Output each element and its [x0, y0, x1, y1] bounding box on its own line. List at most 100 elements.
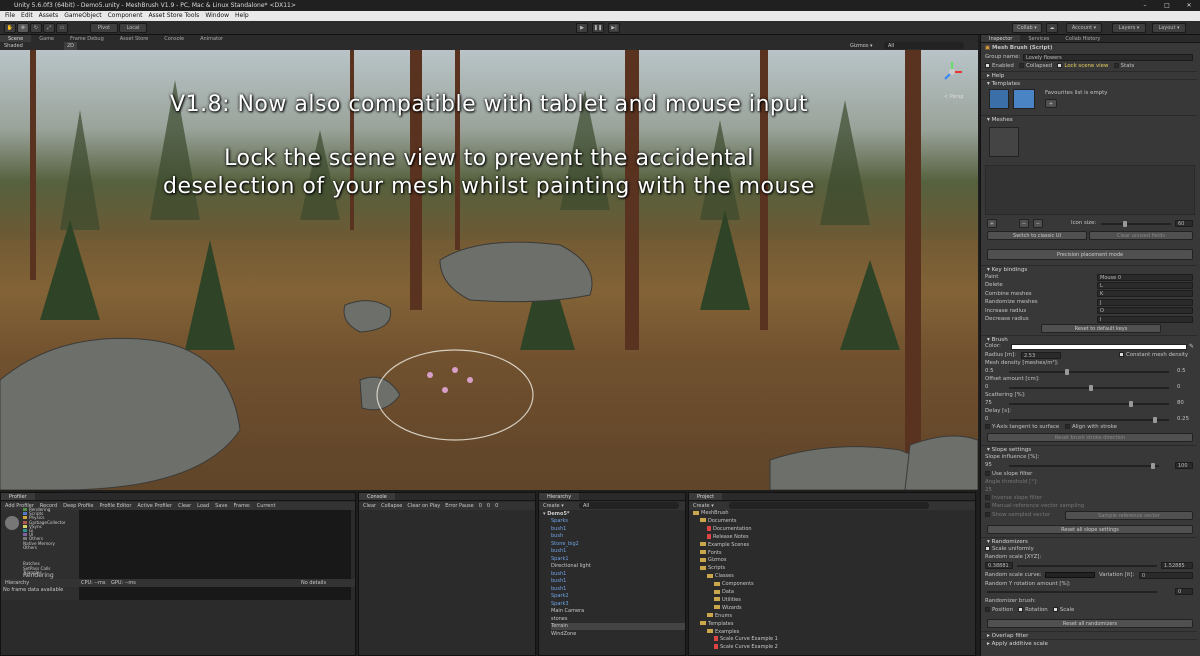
align-stroke-toggle[interactable]: Align with stroke [1065, 423, 1165, 431]
slider-max-value[interactable]: 0.25 [1177, 415, 1195, 423]
profiler-toolbar-item[interactable]: Save [215, 502, 227, 510]
project-folder[interactable]: Wizards [714, 605, 742, 612]
hierarchy-item[interactable]: bush1 [551, 586, 566, 593]
scene-search-input[interactable]: All [884, 42, 964, 49]
slope-influence-min[interactable]: 95 [985, 461, 1005, 469]
profiler-toolbar-item[interactable]: Current [257, 502, 276, 510]
reset-randomizers-button[interactable]: Reset all randomizers [987, 619, 1193, 628]
pause-button-icon[interactable]: ❚❚ [592, 23, 604, 33]
details-dropdown[interactable]: No details [301, 579, 326, 587]
key-bindings-section[interactable]: ▾ Key bindings [981, 265, 1197, 273]
help-section[interactable]: ▸ Help [981, 71, 1197, 79]
account-dropdown[interactable]: Account ▾ [1066, 23, 1102, 33]
reset-default-keys-button[interactable]: Reset to default keys [1041, 324, 1161, 333]
hierarchy-item[interactable]: Spark1 [551, 556, 569, 563]
error-count-badge[interactable]: 0 [495, 502, 498, 510]
angle-threshold-value[interactable]: 25 [985, 486, 1005, 494]
meshes-drop-area[interactable] [985, 165, 1195, 215]
tab-collab-history[interactable]: Collab History [1057, 35, 1108, 42]
reset-brush-direction-button[interactable]: Reset brush stroke direction [987, 433, 1193, 442]
rotate-tool-icon[interactable]: ↻ [30, 23, 42, 33]
project-create-button[interactable]: Create ▾ [693, 502, 714, 510]
profiler-toolbar-item[interactable]: Clear [178, 502, 191, 510]
project-asset[interactable]: Documentation [707, 525, 752, 533]
project-folder[interactable]: Components [714, 581, 754, 588]
switch-classic-ui-button[interactable]: Switch to classic UI [987, 231, 1087, 240]
project-asset[interactable]: Release Notes [707, 533, 749, 541]
load-template-icon[interactable] [1013, 89, 1035, 109]
move-tool-icon[interactable]: ✥ [17, 23, 29, 33]
overlap-filter-section[interactable]: ▸ Overlap filter [981, 631, 1197, 639]
min-max-slider[interactable] [1009, 403, 1169, 405]
clear-unused-fields-button[interactable]: Clear unused fields [1089, 231, 1193, 240]
maximize-button[interactable]: □ [1156, 0, 1178, 11]
lock-scene-view-toggle[interactable]: Lock scene view [1057, 63, 1108, 69]
scale-tool-icon[interactable]: ⤢ [43, 23, 55, 33]
sample-reference-button[interactable]: Sample reference vector [1065, 511, 1193, 520]
hand-tool-icon[interactable]: ✋ [4, 23, 16, 33]
gizmos-dropdown[interactable]: Gizmos ▾ [850, 42, 873, 50]
hierarchy-item[interactable]: Directional light [551, 563, 591, 570]
menu-assets[interactable]: Assets [36, 11, 62, 21]
mesh-option-button[interactable]: − [1033, 219, 1043, 228]
hierarchy-search-input[interactable]: All [579, 502, 679, 509]
add-favourite-button[interactable]: + [1045, 99, 1057, 108]
hierarchy-item[interactable]: Spark3 [551, 601, 569, 608]
project-folder[interactable]: Gizmos [700, 557, 726, 564]
profiler-toolbar-item[interactable]: Load [197, 502, 209, 510]
menu-file[interactable]: File [2, 11, 18, 21]
slope-influence-knob[interactable] [1151, 463, 1155, 469]
randomizers-section[interactable]: ▾ Randomizers [981, 537, 1197, 545]
meshes-section[interactable]: ▾ Meshes [981, 115, 1197, 123]
slope-settings-section[interactable]: ▾ Slope settings [981, 445, 1197, 453]
hierarchy-scene-root[interactable]: ▾ Demo5* [543, 511, 570, 518]
scene-gizmo-label[interactable]: < Persp [944, 94, 964, 100]
random-scale-max[interactable]: 1.52885 [1161, 562, 1193, 569]
profiler-toolbar-item[interactable]: Frame: [233, 502, 250, 510]
pivot-button[interactable]: Pivot [90, 23, 118, 33]
project-folder[interactable]: Documents [700, 518, 737, 525]
tab-scene[interactable]: Scene [0, 35, 32, 42]
scale-uniformly-toggle[interactable]: Scale uniformly [985, 545, 1195, 553]
precision-placement-mode-button[interactable]: Precision placement mode [987, 249, 1193, 260]
key-binding-dropdown[interactable]: J [1097, 298, 1193, 306]
slope-influence-slider[interactable] [1009, 465, 1159, 467]
manual-ref-toggle[interactable]: Manual reference vector sampling [985, 502, 1195, 510]
project-asset[interactable]: Scale Curve Example 1 [714, 636, 778, 643]
brush-color-swatch[interactable] [1011, 344, 1187, 350]
menu-asset-store-tools[interactable]: Asset Store Tools [145, 11, 202, 21]
project-folder[interactable]: Example Scenes [700, 542, 749, 549]
save-template-icon[interactable] [989, 89, 1009, 109]
hierarchy-item[interactable]: stones [551, 616, 567, 623]
layers-dropdown[interactable]: Layers ▾ [1112, 23, 1146, 33]
hierarchy-item[interactable]: Spark2 [551, 593, 569, 600]
tab-services[interactable]: Services [1020, 35, 1057, 42]
step-button-icon[interactable]: ▶| [608, 23, 620, 33]
slope-influence-max[interactable]: 100 [1175, 462, 1193, 469]
project-asset[interactable]: Scale Curve Example 2 [714, 644, 778, 651]
rb-rotation-toggle[interactable]: Rotation [1018, 607, 1048, 613]
hierarchy-item[interactable]: Main Camera [551, 608, 584, 615]
tab-asset-store[interactable]: Asset Store [112, 35, 156, 42]
tab-animator[interactable]: Animator [192, 35, 231, 42]
variation-field[interactable]: 0 [1139, 572, 1193, 579]
hierarchy-item[interactable]: Terrain [551, 623, 685, 630]
slider-min-value[interactable]: 0 [985, 415, 1005, 423]
slider-max-value[interactable]: 0.5 [1177, 367, 1195, 375]
collab-button[interactable]: Collab ▾ [1012, 23, 1042, 33]
slider-min-value[interactable]: 0 [985, 383, 1005, 391]
random-y-rotation-field[interactable]: 0 [1175, 588, 1193, 595]
play-button-icon[interactable]: ▶ [576, 23, 588, 33]
menu-edit[interactable]: Edit [18, 11, 36, 21]
tab-frame-debug[interactable]: Frame Debug [62, 35, 112, 42]
cloud-icon[interactable]: ☁ [1046, 23, 1058, 33]
mesh-slot-thumbnail[interactable] [989, 127, 1019, 157]
tab-hierarchy[interactable]: Hierarchy [539, 493, 580, 500]
icon-size-slider[interactable] [1101, 223, 1171, 225]
random-scale-slider[interactable] [1017, 565, 1157, 567]
constant-density-toggle[interactable]: Constant mesh density [1119, 351, 1199, 359]
tab-profiler[interactable]: Profiler [1, 493, 35, 500]
hierarchy-item[interactable]: bush1 [551, 571, 566, 578]
project-folder[interactable]: Classes [707, 573, 734, 580]
tab-console-bottom[interactable]: Console [359, 493, 395, 500]
